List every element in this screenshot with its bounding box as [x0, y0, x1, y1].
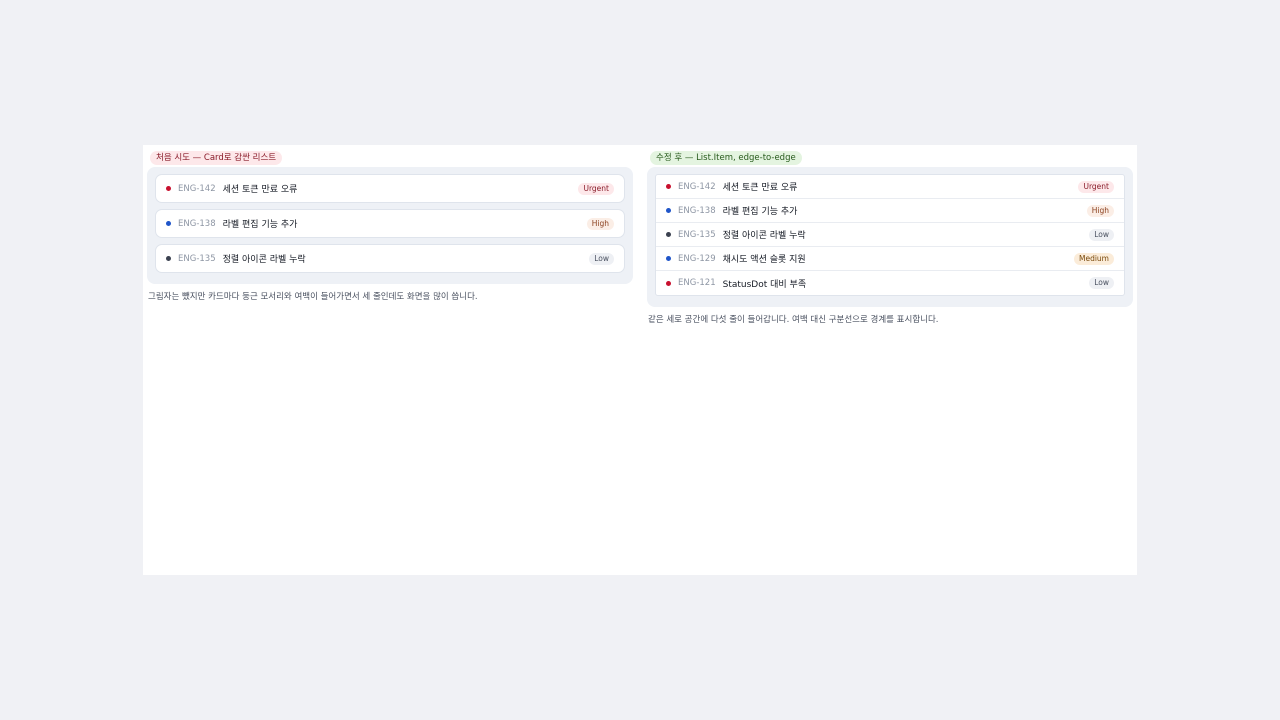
comparison-canvas: 처음 시도 — Card로 감싼 리스트 ENG-142 세션 토큰 만료 오류… [143, 145, 1137, 575]
after-caption: 같은 세로 공간에 다섯 줄이 들어갑니다. 여백 대신 구분선으로 경계를 표… [648, 315, 939, 325]
issue-title: 정렬 아이콘 라벨 누락 [222, 255, 306, 265]
issue-key: ENG-121 [678, 278, 716, 288]
status-dot-icon [166, 256, 171, 261]
list-item[interactable]: ENG-121 StatusDot 대비 부족 Low [656, 271, 1124, 295]
status-dot-icon [666, 280, 671, 286]
issue-card[interactable]: ENG-142 세션 토큰 만료 오류 Urgent [155, 174, 625, 203]
status-dot-icon [666, 232, 671, 237]
issue-title: 라벨 편집 기능 추가 [222, 220, 298, 230]
issue-card[interactable]: ENG-135 정렬 아이콘 라벨 누락 Low [155, 244, 625, 273]
priority-badge: High [1086, 204, 1114, 217]
issue-title: 정렬 아이콘 라벨 누락 [722, 231, 806, 241]
issue-key: ENG-135 [178, 253, 216, 264]
priority-badge: Low [589, 252, 614, 265]
issue-card[interactable]: ENG-138 라벨 편집 기능 추가 High [155, 209, 625, 238]
list-item[interactable]: ENG-138 라벨 편집 기능 추가 High [656, 199, 1124, 223]
issue-key: ENG-138 [178, 218, 216, 229]
list-item[interactable]: ENG-135 정렬 아이콘 라벨 누락 Low [656, 223, 1124, 247]
before-card-list: ENG-142 세션 토큰 만료 오류 Urgent ENG-138 라벨 편집… [147, 167, 633, 284]
issue-title: 세션 토큰 만료 오류 [222, 185, 298, 195]
priority-badge: Medium [1074, 252, 1114, 265]
issue-key: ENG-135 [678, 229, 716, 240]
after-column: 수정 후 — List.Item, edge-to-edge ENG-142 세… [647, 145, 1133, 325]
issue-key: ENG-142 [178, 183, 216, 194]
status-dot-icon [666, 184, 671, 189]
after-tag: 수정 후 — List.Item, edge-to-edge [650, 151, 802, 165]
issue-key: ENG-142 [678, 181, 716, 192]
issue-title: 세션 토큰 만료 오류 [722, 183, 798, 193]
priority-badge: Low [1089, 277, 1114, 289]
before-tag: 처음 시도 — Card로 감싼 리스트 [150, 151, 283, 165]
issue-title: 라벨 편집 기능 추가 [722, 207, 798, 217]
before-caption: 그림자는 뺐지만 카드마다 둥근 모서리와 여백이 들어가면서 세 줄인데도 화… [148, 292, 478, 302]
priority-badge: Urgent [578, 182, 614, 195]
issue-list: ENG-142 세션 토큰 만료 오류 Urgent ENG-138 라벨 편집… [655, 174, 1125, 296]
issue-title: StatusDot 대비 부족 [722, 279, 807, 290]
status-dot-icon [166, 221, 171, 226]
priority-badge: Urgent [1078, 180, 1114, 193]
issue-key: ENG-138 [678, 205, 716, 216]
priority-badge: High [586, 217, 614, 230]
priority-badge: Low [1089, 228, 1114, 241]
status-dot-icon [166, 186, 171, 191]
before-column: 처음 시도 — Card로 감싼 리스트 ENG-142 세션 토큰 만료 오류… [147, 145, 633, 302]
list-item[interactable]: ENG-142 세션 토큰 만료 오류 Urgent [656, 175, 1124, 199]
status-dot-icon [666, 256, 671, 261]
after-list-panel: ENG-142 세션 토큰 만료 오류 Urgent ENG-138 라벨 편집… [647, 167, 1133, 307]
issue-title: 채시도 액션 슬롯 지원 [722, 255, 806, 265]
issue-key: ENG-129 [678, 253, 716, 264]
status-dot-icon [666, 208, 671, 213]
list-item[interactable]: ENG-129 채시도 액션 슬롯 지원 Medium [656, 247, 1124, 271]
